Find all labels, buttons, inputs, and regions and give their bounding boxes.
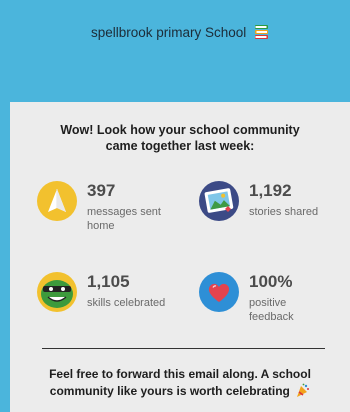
headline-line-2: came together last week: bbox=[105, 139, 255, 153]
party-popper-icon bbox=[295, 383, 310, 403]
footer-line-2-wrap: community like yours is worth celebratin… bbox=[10, 383, 350, 403]
monster-icon bbox=[37, 272, 77, 312]
stat-value: 100% bbox=[249, 272, 293, 291]
stat-label: stories shared bbox=[249, 205, 339, 219]
heart-icon bbox=[199, 272, 239, 312]
stat-label-line-1: positive bbox=[249, 297, 287, 309]
stat-label: messages sent home bbox=[87, 205, 177, 233]
stat-value: 1,192 bbox=[249, 181, 292, 200]
school-title: spellbrook primary School bbox=[10, 24, 350, 43]
headline-line-1: Wow! Look how your school community bbox=[60, 123, 300, 137]
email-frame: spellbrook primary School Wow! Look how … bbox=[0, 0, 350, 412]
stat-label-line-2: home bbox=[87, 220, 115, 232]
stat-label-line-2: feedback bbox=[249, 311, 294, 323]
paper-plane-icon bbox=[37, 181, 77, 221]
stat-label-line-1: messages sent bbox=[87, 206, 161, 218]
school-name: spellbrook primary School bbox=[90, 25, 247, 40]
footer-line-2: community like yours is worth celebratin… bbox=[49, 384, 290, 398]
footer-message: Feel free to forward this email along. A… bbox=[10, 366, 350, 403]
book-stack-icon bbox=[254, 24, 269, 43]
summary-panel: Wow! Look how your school community came… bbox=[10, 102, 350, 412]
stat-label-line-1: skills celebrated bbox=[87, 297, 166, 309]
email-header: spellbrook primary School bbox=[10, 0, 350, 102]
photo-frame-icon bbox=[199, 181, 239, 221]
stat-label-line-1: stories shared bbox=[249, 206, 319, 218]
stat-label: positive feedback bbox=[249, 296, 339, 324]
headline: Wow! Look how your school community came… bbox=[10, 122, 350, 154]
footer-line-1: Feel free to forward this email along. A… bbox=[49, 367, 311, 381]
stat-value: 1,105 bbox=[87, 272, 130, 291]
stat-value: 397 bbox=[87, 181, 116, 200]
divider bbox=[42, 348, 325, 349]
stat-label: skills celebrated bbox=[87, 296, 177, 310]
